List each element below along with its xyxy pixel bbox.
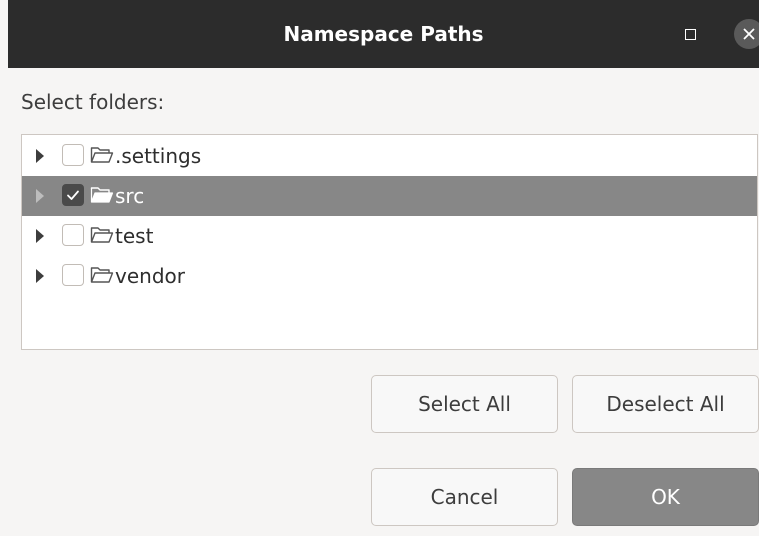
tree-row-label: .settings [115,144,202,168]
close-button[interactable] [734,19,759,49]
tree-row-label: test [115,224,154,248]
folder-open-icon [90,187,114,203]
tree-row-label: src [115,184,145,208]
checkbox-vendor[interactable] [62,264,84,286]
maximize-icon [684,28,696,40]
namespace-paths-dialog: Namespace Paths Select folders: .setting… [0,0,759,536]
tree-row-src[interactable]: src [22,176,757,216]
maximize-button[interactable] [678,22,702,46]
triangle-right-icon[interactable] [36,149,44,163]
checkbox-src[interactable] [62,184,84,206]
folder-tree[interactable]: .settings src test vendor [21,134,758,350]
checkbox-test[interactable] [62,224,84,246]
cancel-button[interactable]: Cancel [371,468,558,526]
triangle-right-icon[interactable] [36,269,44,283]
tree-row-vendor[interactable]: vendor [22,256,757,296]
tree-row-test[interactable]: test [22,216,757,256]
window-title: Namespace Paths [283,22,484,46]
close-icon [743,28,755,40]
select-folders-label: Select folders: [21,90,165,114]
title-bar: Namespace Paths [8,0,759,68]
tree-row-label: vendor [115,264,185,288]
triangle-right-icon[interactable] [36,189,44,203]
tree-row-settings[interactable]: .settings [22,136,757,176]
checkmark-icon [67,190,79,200]
deselect-all-button[interactable]: Deselect All [572,375,759,433]
folder-open-icon [90,267,114,283]
ok-button[interactable]: OK [572,468,759,526]
select-all-button[interactable]: Select All [371,375,558,433]
dialog-content: Select folders: .settings src test vendo… [8,68,759,536]
folder-open-icon [90,147,114,163]
triangle-right-icon[interactable] [36,229,44,243]
checkbox-settings[interactable] [62,144,84,166]
folder-open-icon [90,227,114,243]
